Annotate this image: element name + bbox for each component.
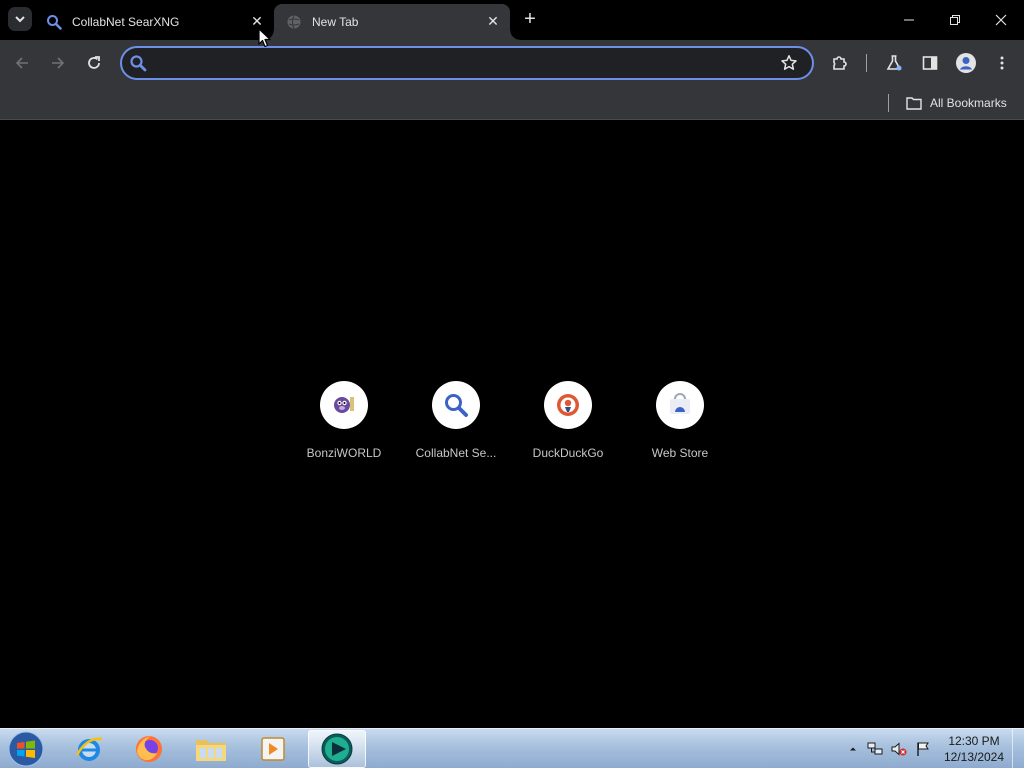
back-button[interactable] [10,51,34,75]
tab-new-tab[interactable]: New Tab ✕ [264,4,520,40]
tab-strip: CollabNet SearXNG ✕ New Tab ✕ + [0,0,1024,40]
all-bookmarks-label: All Bookmarks [930,96,1007,110]
shortcut-label: CollabNet Se... [415,446,497,460]
shortcut-label: DuckDuckGo [532,446,604,460]
search-icon [445,394,468,417]
shortcut-collabnet-searxng[interactable]: CollabNet Se... [400,381,512,471]
globe-icon [286,14,302,30]
bookmarks-bar: All Bookmarks [0,86,1024,120]
bookmarks-divider [888,94,889,112]
close-window-button[interactable] [978,0,1024,40]
system-clock[interactable]: 12:30 PM 12/13/2024 [938,733,1010,765]
clock-time: 12:30 PM [948,734,1000,748]
tray-volume[interactable] [891,741,907,757]
volume-muted-icon [891,742,907,756]
flag-icon [917,742,929,756]
search-icon [46,14,62,30]
tab-collabnet-searxng[interactable]: CollabNet SearXNG ✕ [38,4,274,40]
close-tab-icon[interactable]: ✕ [484,12,502,30]
taskbar: 12:30 PM 12/13/2024 [0,728,1024,768]
chevron-down-icon [15,16,25,23]
folder-explorer-icon [196,740,226,761]
new-tab-button[interactable]: + [519,9,541,31]
omnibox[interactable] [120,46,814,80]
restore-button[interactable] [932,0,978,40]
shortcut-web-store[interactable]: Web Store [624,381,736,471]
firefox-icon [136,736,162,762]
shortcut-icon-circle [320,381,368,429]
taskbar-file-explorer[interactable] [182,730,240,768]
shortcut-label: BonziWORLD [306,446,382,460]
webstore-icon [670,393,690,414]
toolbar-divider [866,54,867,72]
clock-date: 12/13/2024 [943,750,1005,764]
shortcut-label: Web Store [651,446,709,460]
mouse-cursor-icon [258,28,271,48]
restore-icon [950,15,960,25]
tab-search-button[interactable] [8,7,32,31]
all-bookmarks-button[interactable]: All Bookmarks [906,92,1007,114]
kebab-menu-icon [1000,56,1004,70]
extensions-button[interactable] [828,51,852,75]
shortcut-icon-circle [432,381,480,429]
network-icon [867,742,883,755]
search-icon [130,55,147,72]
shortcut-icon-circle [544,381,592,429]
profile-button[interactable] [954,51,978,75]
reload-button[interactable] [82,51,106,75]
profile-avatar-icon [956,53,976,73]
internet-explorer-icon [75,737,103,761]
screen: CollabNet SearXNG ✕ New Tab ✕ + All Book… [0,0,1024,768]
new-tab-page: BonziWORLD CollabNet Se... DuckDuckGo We… [0,121,1024,728]
browser-app-icon [321,733,353,765]
folder-icon [906,97,922,110]
duckduckgo-icon [557,394,579,416]
side-panel-button[interactable] [918,51,942,75]
arrow-right-icon [52,57,65,69]
reload-icon [88,56,100,69]
start-button[interactable] [6,730,46,768]
minimize-button[interactable] [886,0,932,40]
bookmark-star-icon[interactable] [780,54,798,72]
toolbar [0,40,1024,86]
close-icon [995,14,1007,26]
flask-icon [886,55,902,71]
minimize-icon [904,19,914,21]
tab-title: CollabNet SearXNG [72,15,180,29]
shortcut-duckduckgo[interactable]: DuckDuckGo [512,381,624,471]
labs-button[interactable] [882,51,906,75]
tray-network[interactable] [867,741,883,757]
shortcut-bonziworld[interactable]: BonziWORLD [288,381,400,471]
tab-title: New Tab [312,15,359,29]
taskbar-firefox[interactable] [120,730,178,768]
menu-button[interactable] [990,51,1014,75]
address-input[interactable] [154,52,764,74]
show-desktop-button[interactable] [1012,729,1024,768]
taskbar-internet-explorer[interactable] [60,730,118,768]
bonzi-icon [334,397,354,413]
forward-button[interactable] [46,51,70,75]
side-panel-icon [922,56,938,70]
arrow-left-icon [15,57,28,69]
show-hidden-icons-button[interactable] [845,741,861,757]
shortcut-icon-circle [656,381,704,429]
taskbar-media-player[interactable] [244,730,302,768]
chevron-up-icon [850,747,856,751]
media-player-icon [261,737,285,761]
taskbar-chromium[interactable] [308,730,366,768]
tray-action-center[interactable] [915,741,931,757]
puzzle-piece-icon [833,56,847,70]
windows-logo-icon [8,731,44,767]
